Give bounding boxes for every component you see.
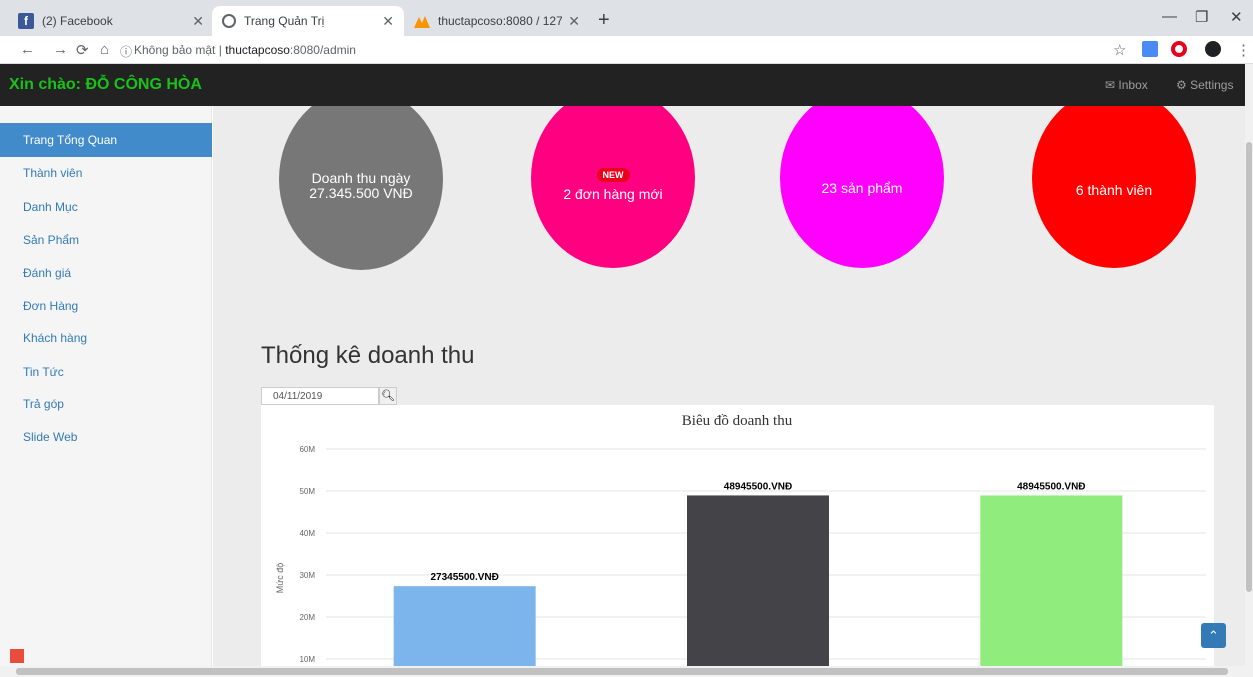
section-heading: Thống kê doanh thu [261,342,475,369]
browser-tab-bar: f (2) Facebook ✕ Trang Quản Trị ✕ thucta… [0,0,1253,36]
address-bar: ← → ⟳ ⌂ ⓘ Không bảo mật | thuctapcoso:80… [0,36,1253,64]
vertical-scrollbar-thumb[interactable] [1246,142,1252,592]
greeting: Xin chào: ĐỖ CÔNG HÒA [9,76,202,93]
sidebar-item-slides[interactable]: Slide Web [0,420,212,454]
sidebar-item-installment[interactable]: Trả góp [0,387,212,421]
new-badge: NEW [596,168,630,182]
close-tab-icon[interactable]: ✕ [192,13,204,30]
url-host: thuctapcoso [225,43,290,57]
close-tab-icon[interactable]: ✕ [382,13,394,30]
inbox-link[interactable]: ✉ Inbox [1105,78,1148,92]
security-label: Không bảo mật [134,43,216,57]
chart-y-tick-label: 10M [299,655,315,664]
settings-label: Settings [1190,78,1234,92]
chart-y-tick-label: 20M [299,613,315,622]
new-tab-icon[interactable]: + [598,9,610,32]
chart-y-tick-label: 50M [299,487,315,496]
settings-link[interactable]: ⚙ Settings [1176,78,1233,92]
orders-count: 2 đơn hàng mới [563,186,663,202]
sidebar-item-members[interactable]: Thành viên [0,156,212,190]
forward-icon[interactable]: → [53,41,68,58]
laravel-logo-icon [10,649,24,663]
tab-facebook[interactable]: f (2) Facebook ✕ [8,6,214,36]
chart-y-axis-label: Mức độ [275,563,285,594]
revenue-stat-circle[interactable]: Doanh thu ngày 27.345.500 VNĐ [279,106,443,270]
tab-title: (2) Facebook [42,14,113,28]
sidebar-item-products[interactable]: Sản Phẩm [0,223,212,257]
chart-data-label: 48945500.VNĐ [1017,481,1085,492]
scroll-to-top-button[interactable]: ⌃ [1201,623,1226,648]
star-icon[interactable]: ☆ [1113,41,1126,59]
products-stat-circle[interactable]: 23 sản phẩm [780,106,944,268]
maximize-icon[interactable]: ❐ [1195,8,1208,26]
chart-bar[interactable] [687,495,829,666]
sidebar-item-news[interactable]: Tin Tức [0,355,212,389]
admin-top-nav: Xin chào: ĐỖ CÔNG HÒA ✉ Inbox ⚙ Settings [0,64,1245,106]
orders-stat-circle[interactable]: NEW 2 đơn hàng mới [531,106,695,268]
inbox-label: Inbox [1118,78,1148,92]
date-input[interactable]: 04/11/2019 [261,387,379,405]
url-field[interactable]: Không bảo mật | thuctapcoso:8080/admin [134,43,356,57]
sidebar-item-categories[interactable]: Danh Mục [0,190,212,224]
window-close-icon[interactable]: ✕ [1230,8,1243,26]
chart-title: Biêu đồ doanh thu [682,413,793,429]
members-count: 6 thành viên [1075,182,1153,198]
minimize-icon[interactable]: — [1162,8,1177,25]
sidebar-item-customers[interactable]: Khách hàng [0,321,212,355]
main-content: Doanh thu ngày 27.345.500 VNĐ NEW 2 đơn … [213,106,1245,666]
members-stat-circle[interactable]: 6 thành viên [1032,106,1196,268]
globe-icon [222,14,236,28]
facebook-icon: f [18,13,34,29]
sidebar-item-overview[interactable]: Trang Tổng Quan [0,123,212,157]
envelope-icon: ✉ [1105,78,1116,92]
sidebar-item-reviews[interactable]: Đánh giá [0,256,212,290]
chart-data-label: 48945500.VNĐ [724,481,792,492]
info-icon[interactable]: ⓘ [120,43,132,60]
tab-admin[interactable]: Trang Quản Trị ✕ [212,6,404,36]
translate-extension-icon[interactable] [1142,41,1158,57]
chart-y-tick-label: 60M [299,445,315,454]
close-tab-icon[interactable]: ✕ [568,13,580,30]
opera-extension-icon[interactable] [1171,41,1187,57]
chart-bar[interactable] [393,586,536,666]
chevron-up-icon: ⌃ [1208,628,1219,643]
horizontal-scrollbar-thumb[interactable] [16,668,1228,675]
tab-phpmyadmin[interactable]: thuctapcoso:8080 / 127.0.0.1 / th ✕ [404,6,590,36]
tab-title: thuctapcoso:8080 / 127.0.0.1 / th [438,14,563,28]
gear-icon: ⚙ [1176,78,1187,92]
chart-svg: Biêu đồ doanh thu Mức độ 10M 20M 30M 40M 50M… [275,413,1206,666]
profile-icon[interactable] [1205,41,1221,57]
chart-bar[interactable] [980,495,1123,666]
sidebar-item-orders[interactable]: Đơn Hàng [0,289,212,323]
sidebar: Trang Tổng Quan Thành viên Danh Mục Sản … [0,106,212,666]
chart-y-tick-label: 30M [299,571,315,580]
products-count: 23 sản phẩm [821,180,903,196]
menu-icon[interactable]: ⋮ [1236,41,1251,59]
url-path: :8080/admin [289,43,356,57]
revenue-chart: Biêu đồ doanh thu Mức độ 10M 20M 30M 40M 50M… [261,405,1214,666]
back-icon[interactable]: ← [20,41,35,58]
phpmyadmin-icon [414,16,430,28]
reload-icon[interactable]: ⟳ [76,41,89,59]
date-search-button[interactable]: 🔍︎ [379,387,397,405]
home-icon[interactable]: ⌂ [100,41,109,58]
chart-y-tick-label: 40M [299,529,315,538]
chart-data-label: 27345500.VNĐ [430,572,498,583]
revenue-title: Doanh thu ngày [311,170,411,186]
tab-title: Trang Quản Trị [244,14,325,28]
search-icon: 🔍︎ [381,390,395,402]
revenue-value: 27.345.500 VNĐ [309,185,413,201]
